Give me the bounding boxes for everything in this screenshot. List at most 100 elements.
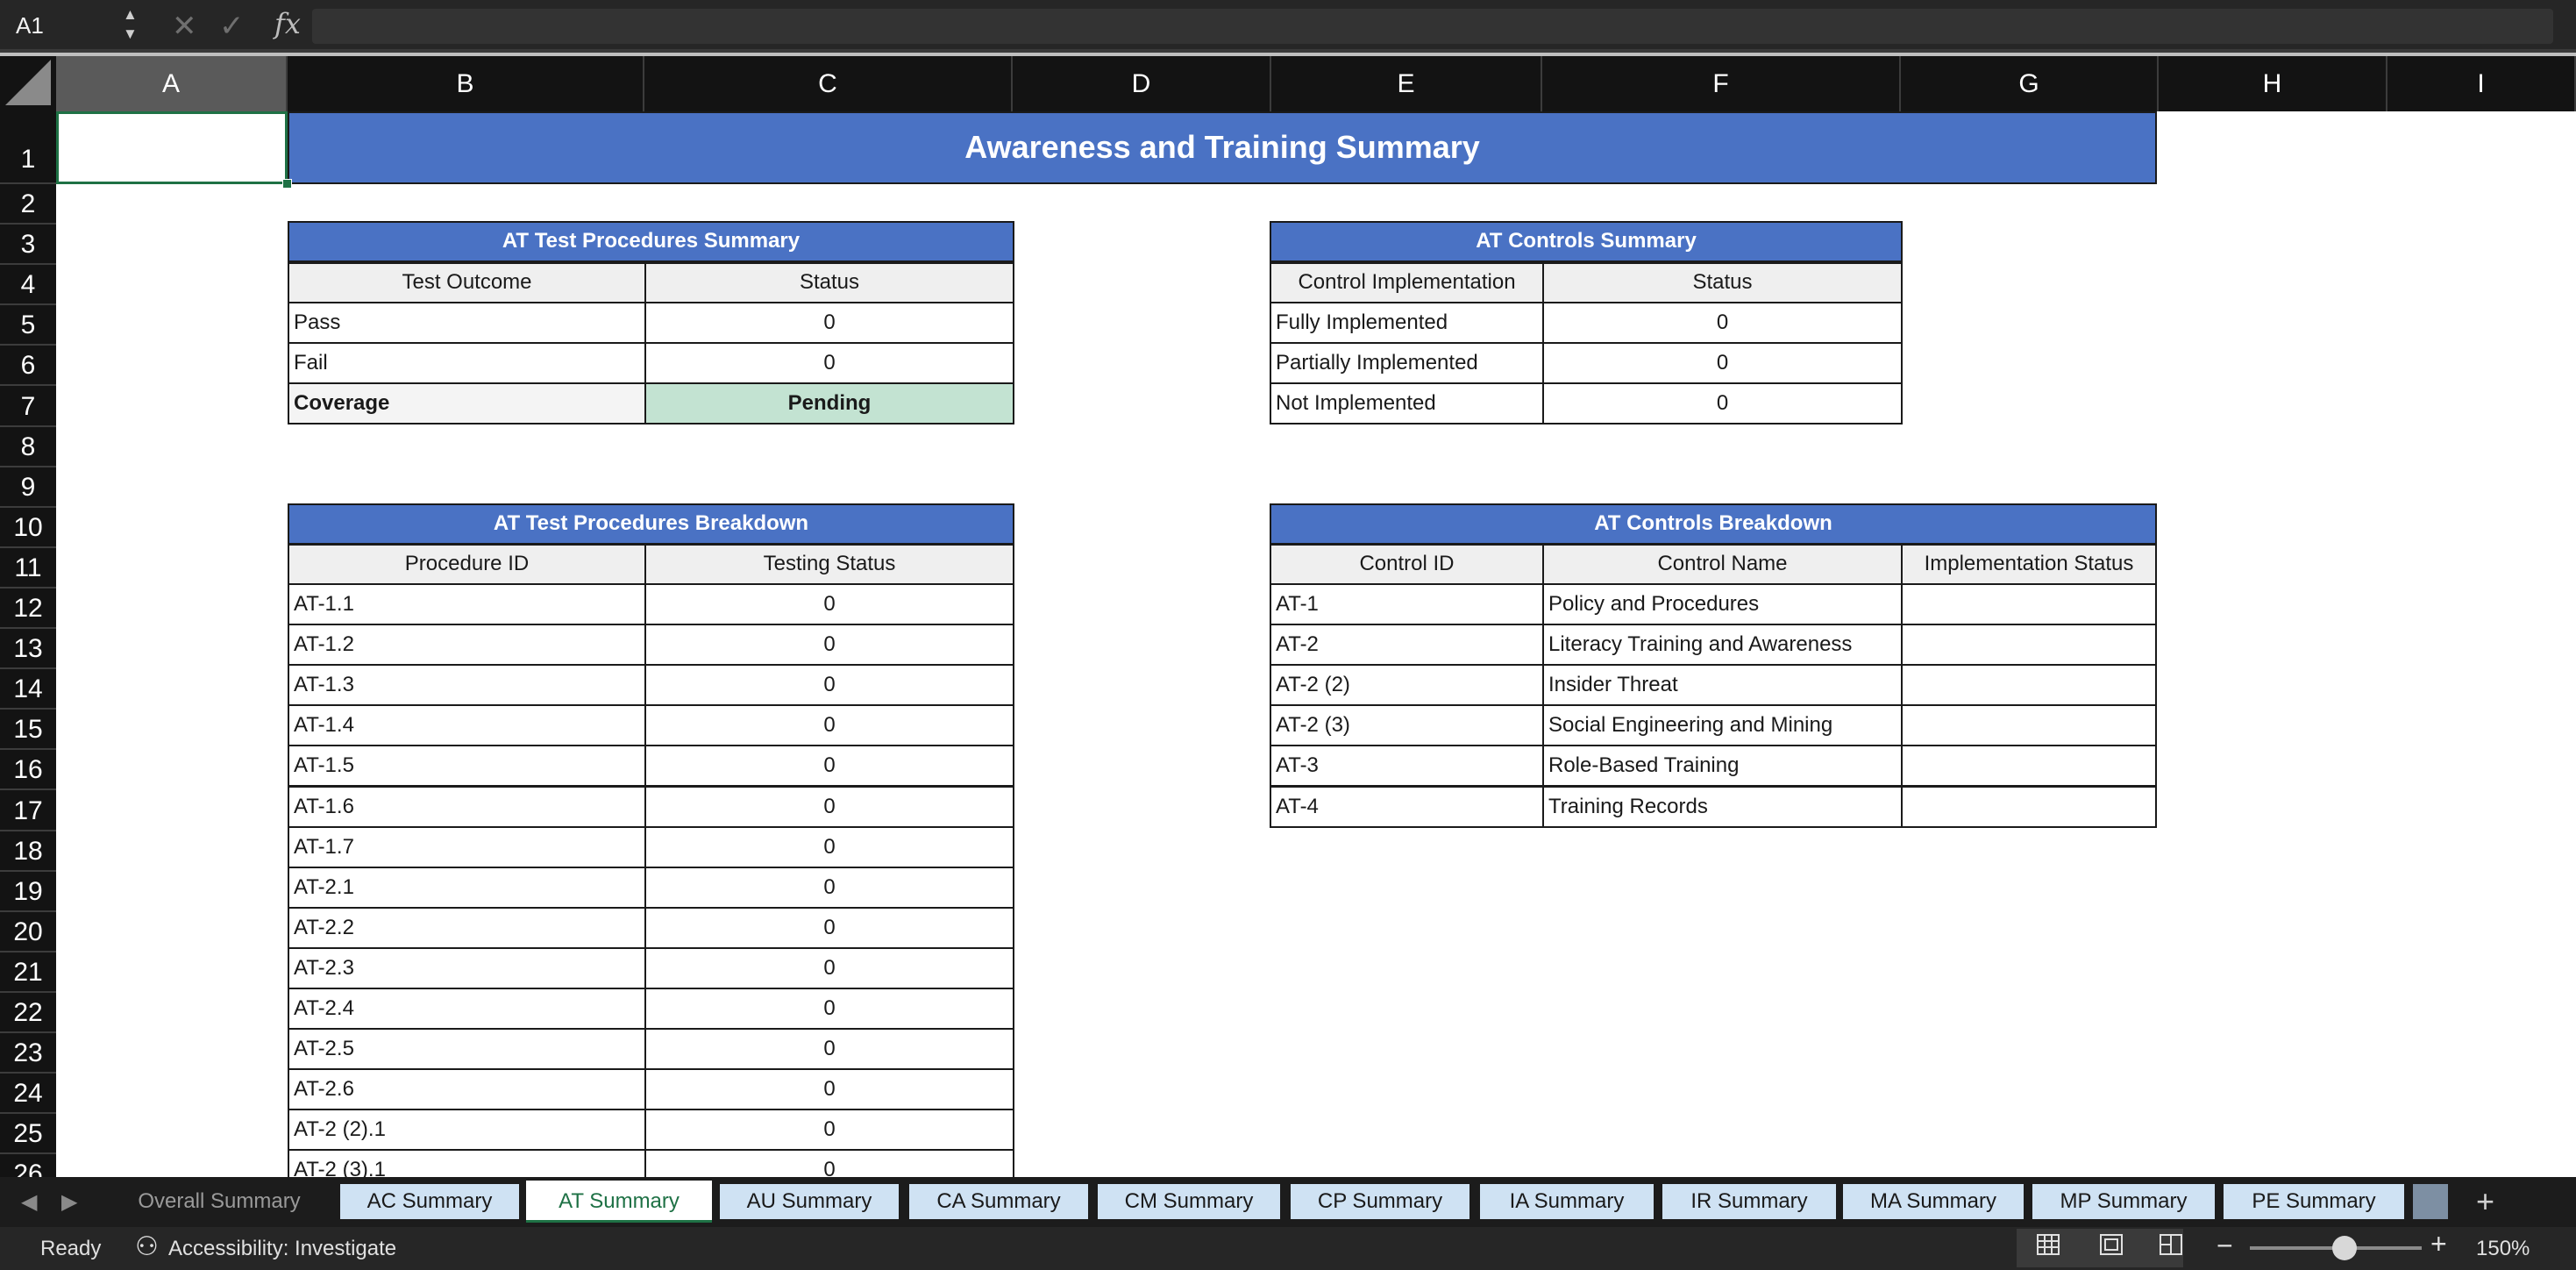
column-header-d[interactable]: D bbox=[1013, 56, 1271, 111]
tab-overflow[interactable] bbox=[2413, 1184, 2448, 1219]
test-summary-title[interactable]: AT Test Procedures Summary bbox=[288, 221, 1014, 262]
tab-au-summary[interactable]: AU Summary bbox=[720, 1184, 899, 1219]
test-breakdown-procedure-id[interactable]: AT-2.2 bbox=[288, 907, 646, 949]
zoom-slider-thumb[interactable] bbox=[2332, 1236, 2357, 1260]
test-breakdown-testing-status[interactable]: 0 bbox=[644, 1149, 1014, 1177]
column-header-c[interactable]: C bbox=[644, 56, 1013, 111]
controls-breakdown-control-id[interactable]: AT-1 bbox=[1270, 583, 1544, 625]
test-summary-coverage-value[interactable]: Pending bbox=[644, 382, 1014, 425]
controls-breakdown-control-id[interactable]: AT-3 bbox=[1270, 745, 1544, 787]
page-layout-icon[interactable] bbox=[2099, 1233, 2124, 1256]
tab-cp-summary[interactable]: CP Summary bbox=[1291, 1184, 1469, 1219]
test-breakdown-procedure-id[interactable]: AT-2.1 bbox=[288, 867, 646, 909]
controls-summary-fully-label[interactable]: Fully Implemented bbox=[1270, 302, 1544, 344]
row-header-15[interactable]: 15 bbox=[0, 710, 56, 751]
row-header-7[interactable]: 7 bbox=[0, 387, 56, 427]
tab-ia-summary[interactable]: IA Summary bbox=[1480, 1184, 1654, 1219]
controls-summary-title[interactable]: AT Controls Summary bbox=[1270, 221, 1903, 262]
controls-breakdown-implementation-status[interactable] bbox=[1901, 745, 2157, 787]
controls-summary-not-label[interactable]: Not Implemented bbox=[1270, 382, 1544, 425]
row-header-14[interactable]: 14 bbox=[0, 669, 56, 710]
controls-breakdown-header-name[interactable]: Control Name bbox=[1542, 544, 1903, 585]
test-summary-header-outcome[interactable]: Test Outcome bbox=[288, 262, 646, 303]
accessibility-status[interactable]: Accessibility: Investigate bbox=[168, 1237, 396, 1261]
row-header-21[interactable]: 21 bbox=[0, 952, 56, 993]
test-breakdown-procedure-id[interactable]: AT-1.6 bbox=[288, 786, 646, 828]
check-icon[interactable]: ✓ bbox=[219, 9, 245, 44]
normal-view-icon[interactable] bbox=[2036, 1233, 2060, 1256]
test-summary-pass-label[interactable]: Pass bbox=[288, 302, 646, 344]
worksheet-grid[interactable]: Awareness and Training Summary AT Test P… bbox=[56, 111, 2576, 1177]
test-breakdown-testing-status[interactable]: 0 bbox=[644, 745, 1014, 787]
row-header-19[interactable]: 19 bbox=[0, 872, 56, 912]
row-header-20[interactable]: 20 bbox=[0, 912, 56, 952]
tab-pe-summary[interactable]: PE Summary bbox=[2224, 1184, 2404, 1219]
row-header-25[interactable]: 25 bbox=[0, 1114, 56, 1155]
row-header-5[interactable]: 5 bbox=[0, 305, 56, 346]
zoom-level[interactable]: 150% bbox=[2476, 1237, 2530, 1261]
test-breakdown-testing-status[interactable]: 0 bbox=[644, 704, 1014, 746]
row-header-4[interactable]: 4 bbox=[0, 265, 56, 306]
column-header-a[interactable]: A bbox=[56, 56, 288, 111]
zoom-out-icon[interactable]: − bbox=[2217, 1230, 2233, 1262]
name-box[interactable]: A1 ▲ ▼ bbox=[0, 0, 147, 53]
tab-scroll-right-icon[interactable]: ▶ bbox=[61, 1189, 77, 1215]
tab-ac-summary[interactable]: AC Summary bbox=[340, 1184, 519, 1219]
test-breakdown-procedure-id[interactable]: AT-1.4 bbox=[288, 704, 646, 746]
test-breakdown-procedure-id[interactable]: AT-2.3 bbox=[288, 947, 646, 989]
test-summary-header-status[interactable]: Status bbox=[644, 262, 1014, 303]
controls-summary-not-value[interactable]: 0 bbox=[1542, 382, 1903, 425]
row-header-9[interactable]: 9 bbox=[0, 467, 56, 508]
controls-summary-header-implementation[interactable]: Control Implementation bbox=[1270, 262, 1544, 303]
tab-cm-summary[interactable]: CM Summary bbox=[1098, 1184, 1280, 1219]
controls-breakdown-control-id[interactable]: AT-2 (3) bbox=[1270, 704, 1544, 746]
test-breakdown-procedure-id[interactable]: AT-2 (2).1 bbox=[288, 1109, 646, 1151]
test-breakdown-procedure-id[interactable]: AT-1.5 bbox=[288, 745, 646, 787]
controls-breakdown-implementation-status[interactable] bbox=[1901, 583, 2157, 625]
controls-breakdown-control-id[interactable]: AT-2 bbox=[1270, 624, 1544, 666]
test-summary-fail-value[interactable]: 0 bbox=[644, 342, 1014, 384]
controls-breakdown-implementation-status[interactable] bbox=[1901, 624, 2157, 666]
test-breakdown-testing-status[interactable]: 0 bbox=[644, 1109, 1014, 1151]
tab-overall-summary[interactable]: Overall Summary bbox=[126, 1184, 312, 1219]
tab-ca-summary[interactable]: CA Summary bbox=[909, 1184, 1088, 1219]
tab-mp-summary[interactable]: MP Summary bbox=[2032, 1184, 2215, 1219]
test-breakdown-testing-status[interactable]: 0 bbox=[644, 947, 1014, 989]
test-summary-pass-value[interactable]: 0 bbox=[644, 302, 1014, 344]
controls-breakdown-implementation-status[interactable] bbox=[1901, 786, 2157, 828]
controls-breakdown-control-name[interactable]: Literacy Training and Awareness bbox=[1542, 624, 1903, 666]
test-breakdown-testing-status[interactable]: 0 bbox=[644, 624, 1014, 666]
test-breakdown-testing-status[interactable]: 0 bbox=[644, 786, 1014, 828]
column-header-e[interactable]: E bbox=[1271, 56, 1542, 111]
controls-breakdown-control-id[interactable]: AT-2 (2) bbox=[1270, 664, 1544, 706]
row-header-17[interactable]: 17 bbox=[0, 791, 56, 831]
test-breakdown-procedure-id[interactable]: AT-1.2 bbox=[288, 624, 646, 666]
test-breakdown-procedure-id[interactable]: AT-2.6 bbox=[288, 1068, 646, 1110]
controls-breakdown-title[interactable]: AT Controls Breakdown bbox=[1270, 503, 2157, 545]
row-header-22[interactable]: 22 bbox=[0, 993, 56, 1034]
fill-handle[interactable] bbox=[282, 179, 292, 189]
controls-breakdown-implementation-status[interactable] bbox=[1901, 704, 2157, 746]
row-header-11[interactable]: 11 bbox=[0, 548, 56, 589]
test-breakdown-testing-status[interactable]: 0 bbox=[644, 1068, 1014, 1110]
tab-scroll-left-icon[interactable]: ◀ bbox=[21, 1189, 37, 1215]
controls-breakdown-control-name[interactable]: Role-Based Training bbox=[1542, 745, 1903, 787]
test-summary-fail-label[interactable]: Fail bbox=[288, 342, 646, 384]
test-breakdown-testing-status[interactable]: 0 bbox=[644, 867, 1014, 909]
test-breakdown-procedure-id[interactable]: AT-1.3 bbox=[288, 664, 646, 706]
select-all-icon[interactable] bbox=[5, 60, 51, 105]
cancel-icon[interactable]: ✕ bbox=[172, 9, 197, 44]
test-breakdown-testing-status[interactable]: 0 bbox=[644, 826, 1014, 868]
test-breakdown-header-procedure[interactable]: Procedure ID bbox=[288, 544, 646, 585]
controls-breakdown-control-id[interactable]: AT-4 bbox=[1270, 786, 1544, 828]
controls-summary-partially-value[interactable]: 0 bbox=[1542, 342, 1903, 384]
row-header-1[interactable]: 1 bbox=[0, 111, 56, 184]
row-header-12[interactable]: 12 bbox=[0, 589, 56, 630]
row-header-24[interactable]: 24 bbox=[0, 1074, 56, 1115]
controls-breakdown-control-name[interactable]: Training Records bbox=[1542, 786, 1903, 828]
row-header-6[interactable]: 6 bbox=[0, 346, 56, 387]
controls-summary-partially-label[interactable]: Partially Implemented bbox=[1270, 342, 1544, 384]
controls-breakdown-implementation-status[interactable] bbox=[1901, 664, 2157, 706]
row-header-10[interactable]: 10 bbox=[0, 508, 56, 548]
test-breakdown-testing-status[interactable]: 0 bbox=[644, 583, 1014, 625]
